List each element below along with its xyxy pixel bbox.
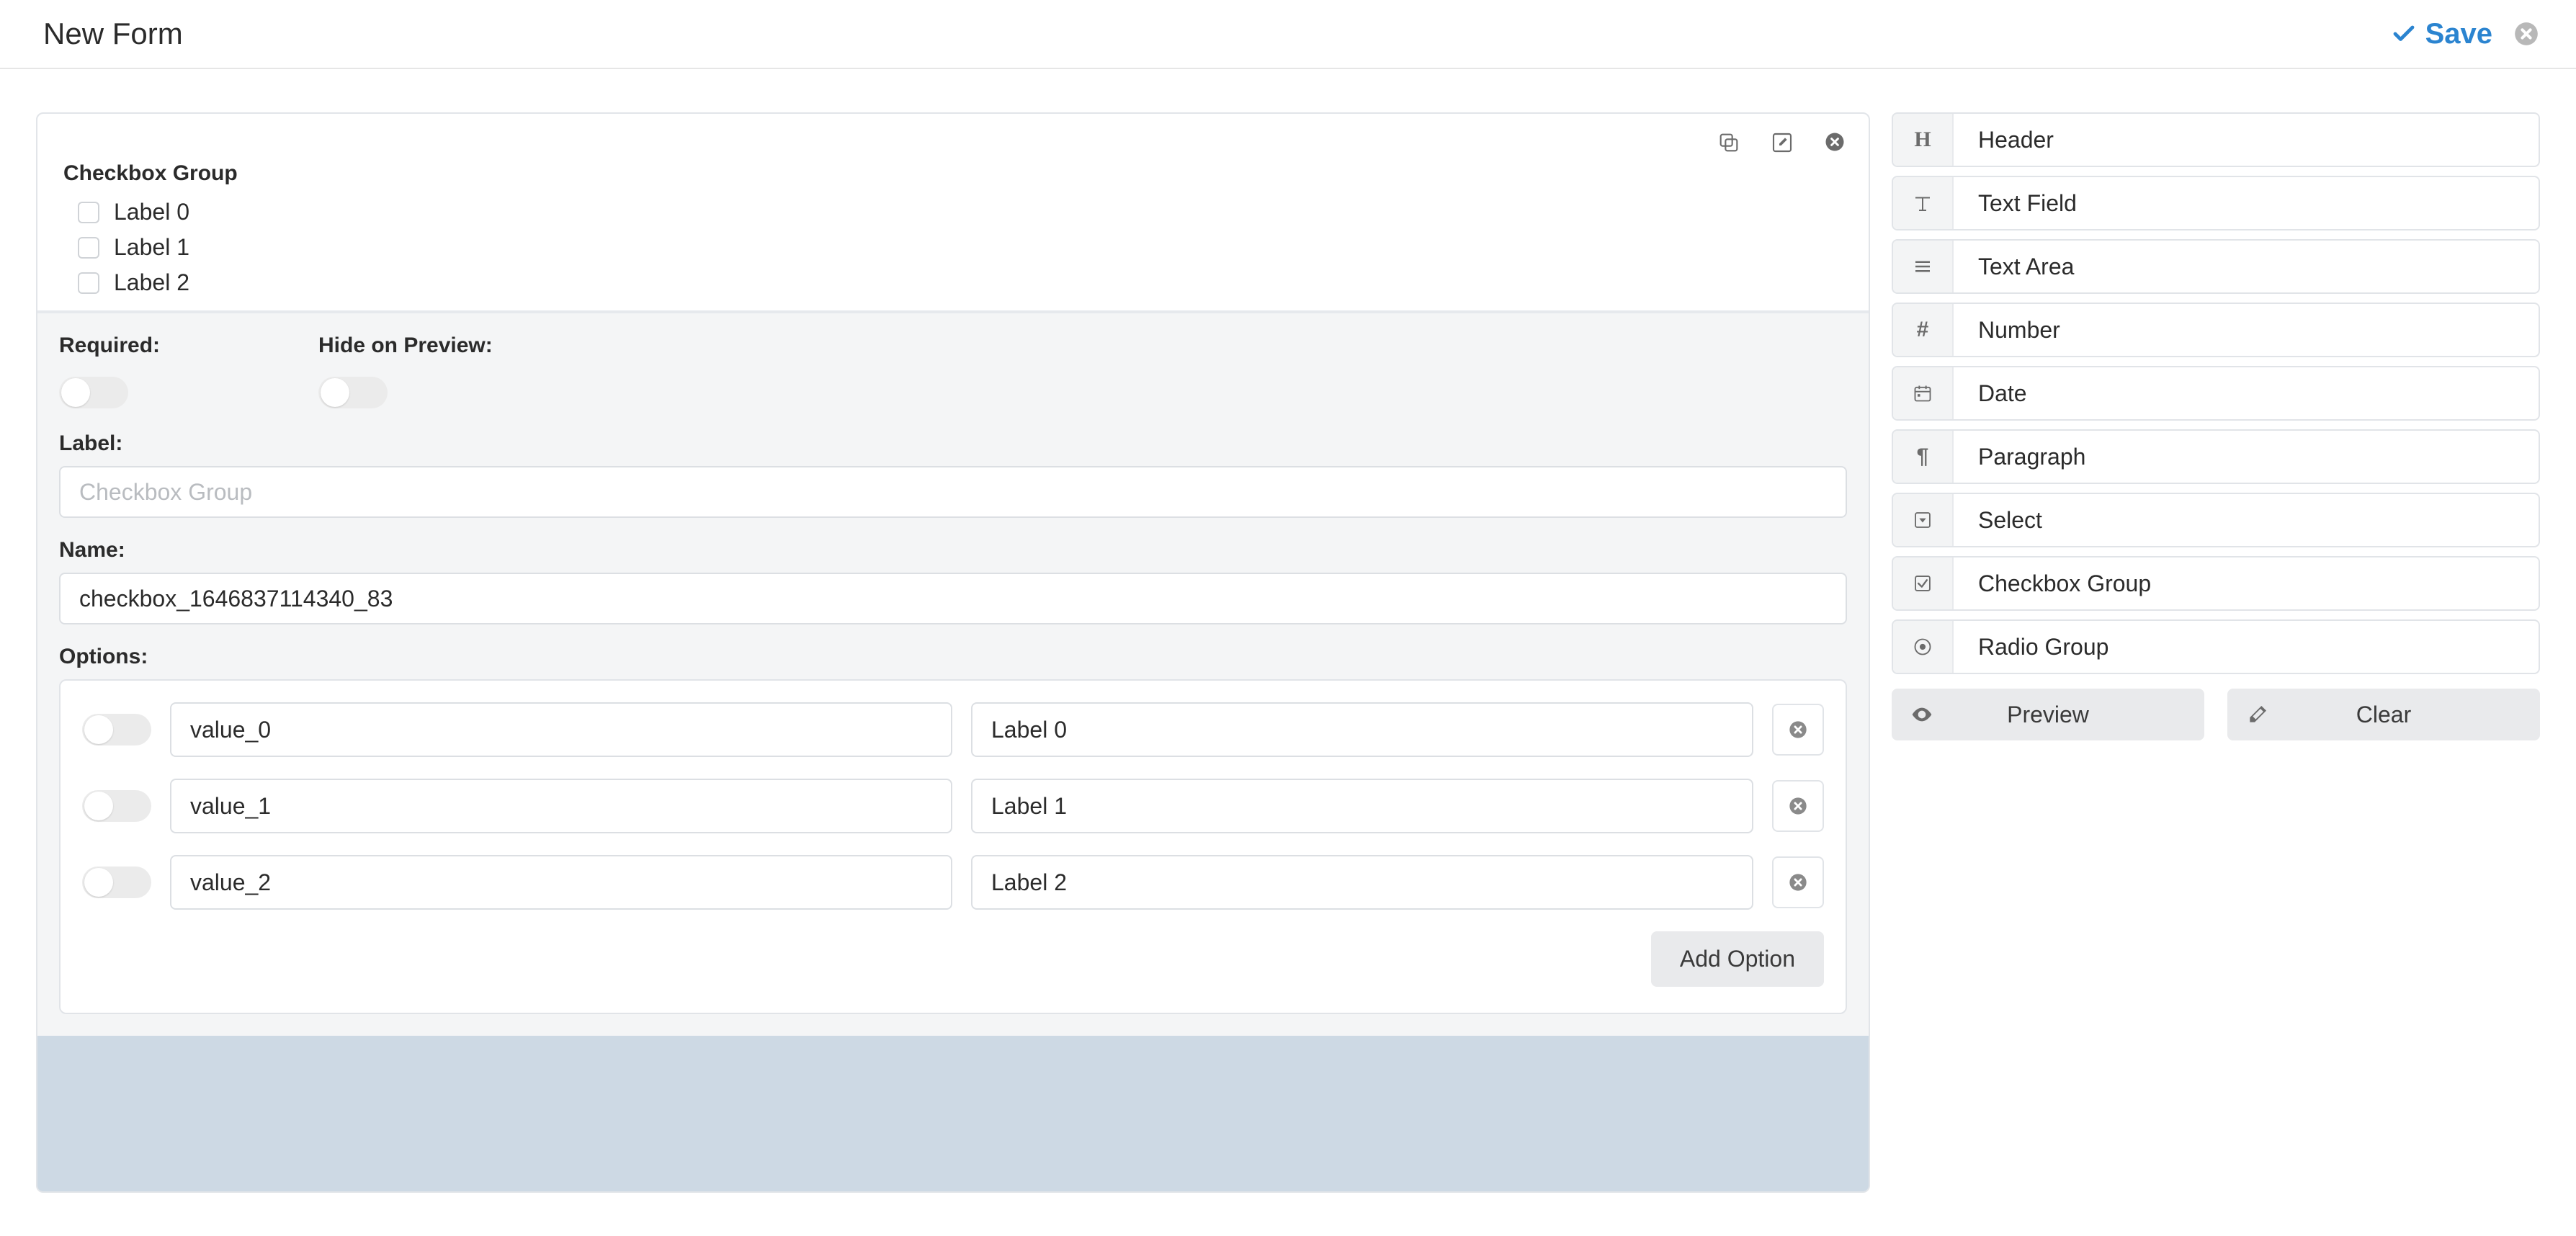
preview-label: Preview: [1952, 702, 2204, 728]
clear-label: Clear: [2288, 702, 2540, 728]
palette-item-header[interactable]: H Header: [1892, 112, 2540, 167]
checkbox-row: Label 2: [63, 269, 1843, 296]
add-option-row: Add Option: [82, 931, 1824, 987]
edit-button[interactable]: [1771, 131, 1794, 154]
checkbox-input[interactable]: [78, 237, 99, 259]
top-bar: New Form Save: [0, 0, 2576, 69]
header-icon: H: [1914, 127, 1931, 152]
toggle-row: Required: Hide on Preview:: [59, 333, 1847, 408]
checkbox-label: Label 2: [114, 269, 189, 296]
checkbox-icon: [1913, 573, 1933, 594]
checkbox-row: Label 1: [63, 234, 1843, 261]
palette-item-text-area[interactable]: Text Area: [1892, 239, 2540, 294]
remove-circle-icon: [1788, 872, 1808, 892]
workspace: Checkbox Group Label 0 Label 1 Label 2: [0, 69, 2576, 1236]
option-default-toggle[interactable]: [82, 790, 151, 822]
checkbox-row: Label 0: [63, 199, 1843, 225]
palette-label: Header: [1954, 114, 2054, 166]
hide-preview-label: Hide on Preview:: [318, 333, 493, 358]
option-value-input[interactable]: [170, 855, 952, 910]
palette-item-radio-group[interactable]: Radio Group: [1892, 619, 2540, 674]
form-element-card: Checkbox Group Label 0 Label 1 Label 2: [37, 114, 1869, 312]
option-row: [82, 779, 1824, 833]
delete-button[interactable]: [1824, 131, 1846, 154]
save-button-label: Save: [2425, 18, 2492, 50]
name-caption: Name:: [59, 538, 1847, 563]
label-input[interactable]: [59, 466, 1847, 518]
palette-label: Number: [1954, 304, 2060, 356]
radio-icon: [1913, 637, 1933, 657]
option-default-toggle[interactable]: [82, 714, 151, 745]
option-value-input[interactable]: [170, 702, 952, 757]
name-input[interactable]: [59, 573, 1847, 624]
remove-circle-icon: [1788, 796, 1808, 816]
checkbox-input[interactable]: [78, 272, 99, 294]
palette-label: Select: [1954, 494, 2042, 546]
field-palette: H Header Text Field Text Area # Number D…: [1892, 112, 2540, 740]
page-title: New Form: [43, 17, 2391, 51]
preview-button[interactable]: Preview: [1892, 689, 2204, 740]
palette-label: Checkbox Group: [1954, 557, 2151, 609]
palette-item-checkbox-group[interactable]: Checkbox Group: [1892, 556, 2540, 611]
lines-icon: [1912, 256, 1933, 277]
palette-item-text-field[interactable]: Text Field: [1892, 176, 2540, 230]
options-caption: Options:: [59, 645, 1847, 669]
section-label: Checkbox Group: [63, 161, 1843, 186]
required-toggle[interactable]: [59, 377, 128, 408]
option-row: [82, 702, 1824, 757]
calendar-icon: [1913, 383, 1933, 403]
required-label: Required:: [59, 333, 160, 358]
palette-label: Radio Group: [1954, 621, 2108, 673]
label-field-group: Label:: [59, 431, 1847, 518]
option-row: [82, 855, 1824, 910]
option-remove-button[interactable]: [1772, 780, 1824, 832]
settings-panel: Required: Hide on Preview: Label: Name: …: [37, 312, 1869, 1036]
eraser-icon: [2246, 703, 2269, 726]
check-icon: [2391, 21, 2417, 47]
checkbox-label: Label 0: [114, 199, 189, 225]
remove-circle-icon: [1788, 720, 1808, 740]
required-field: Required:: [59, 333, 160, 408]
hash-icon: #: [1917, 318, 1929, 342]
copy-button[interactable]: [1717, 131, 1740, 154]
checkbox-label: Label 1: [114, 234, 189, 261]
palette-item-paragraph[interactable]: ¶ Paragraph: [1892, 429, 2540, 484]
close-button[interactable]: [2513, 20, 2540, 48]
option-default-toggle[interactable]: [82, 866, 151, 898]
palette-label: Text Area: [1954, 241, 2074, 292]
text-icon: [1912, 192, 1933, 214]
option-label-input[interactable]: [971, 702, 1753, 757]
sidebar-actions: Preview Clear: [1892, 689, 2540, 740]
palette-label: Paragraph: [1954, 431, 2085, 483]
name-field-group: Name:: [59, 538, 1847, 624]
clear-button[interactable]: Clear: [2227, 689, 2540, 740]
options-box: Add Option: [59, 679, 1847, 1014]
paragraph-icon: ¶: [1917, 444, 1929, 469]
card-preview: Checkbox Group Label 0 Label 1 Label 2: [37, 161, 1869, 310]
label-caption: Label:: [59, 431, 1847, 456]
eye-icon: [1910, 703, 1933, 726]
palette-item-number[interactable]: # Number: [1892, 303, 2540, 357]
option-remove-button[interactable]: [1772, 856, 1824, 908]
option-label-input[interactable]: [971, 779, 1753, 833]
card-toolbar: [37, 114, 1869, 161]
close-circle-icon: [2513, 20, 2540, 48]
palette-item-date[interactable]: Date: [1892, 366, 2540, 421]
checkbox-input[interactable]: [78, 202, 99, 223]
palette-label: Date: [1954, 367, 2027, 419]
caret-down-square-icon: [1913, 510, 1933, 530]
options-field-group: Options:: [59, 645, 1847, 1014]
hide-preview-toggle[interactable]: [318, 377, 388, 408]
palette-item-select[interactable]: Select: [1892, 493, 2540, 547]
palette-label: Text Field: [1954, 177, 2077, 229]
option-remove-button[interactable]: [1772, 704, 1824, 756]
canvas-dropzone[interactable]: [37, 1036, 1869, 1191]
add-option-button[interactable]: Add Option: [1651, 931, 1824, 987]
option-value-input[interactable]: [170, 779, 952, 833]
form-canvas[interactable]: Checkbox Group Label 0 Label 1 Label 2: [36, 112, 1870, 1193]
save-button[interactable]: Save: [2391, 18, 2492, 50]
option-label-input[interactable]: [971, 855, 1753, 910]
hide-preview-field: Hide on Preview:: [318, 333, 493, 408]
